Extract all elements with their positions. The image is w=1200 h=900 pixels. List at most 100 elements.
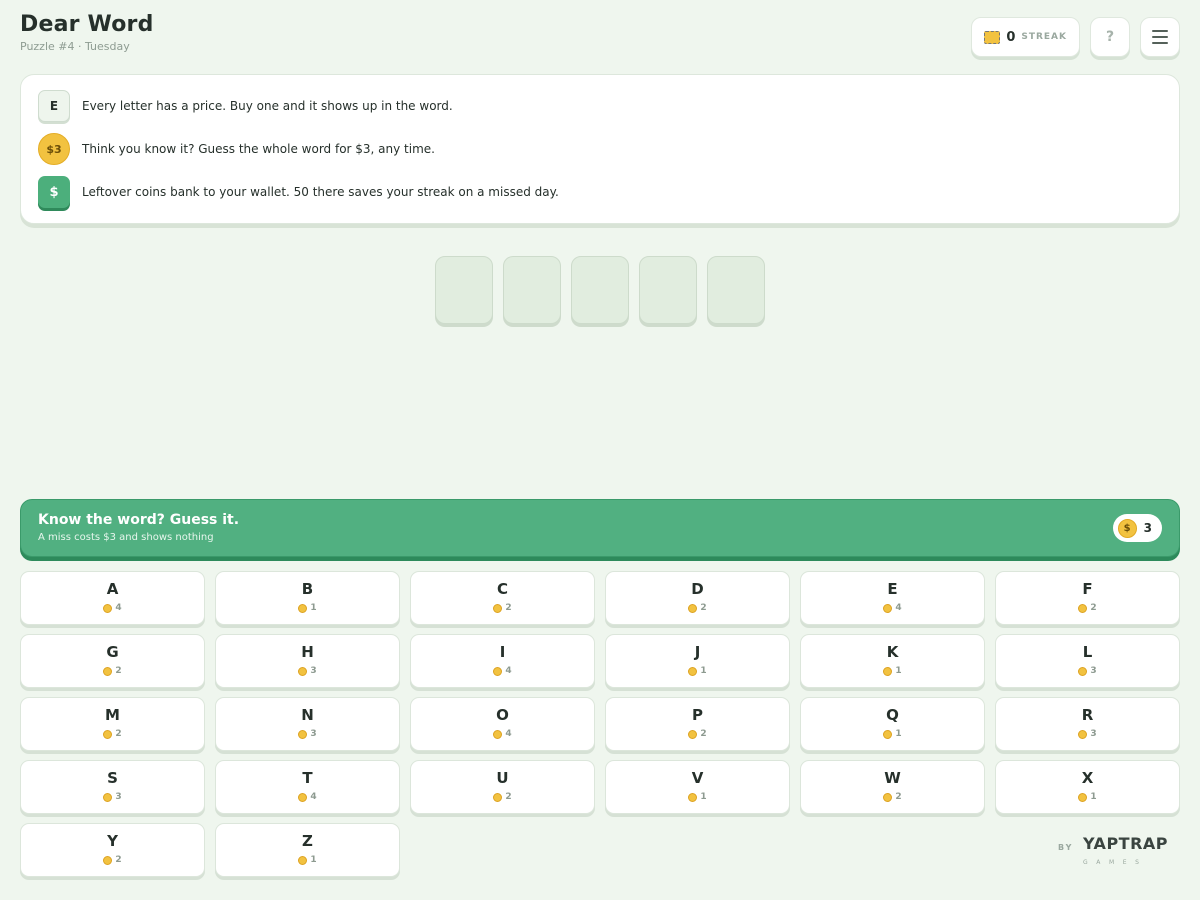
key-letter: R (1081, 706, 1094, 724)
key-price: 1 (606, 792, 789, 802)
letter-key-o[interactable]: O4 (410, 697, 595, 751)
key-price: 2 (606, 729, 789, 739)
letter-key-v[interactable]: V1 (605, 760, 790, 814)
rule-text: Think you know it? Guess the whole word … (82, 142, 435, 156)
letter-key-h[interactable]: H3 (215, 634, 400, 688)
coin-icon (493, 666, 503, 676)
rule-item: E Every letter has a price. Buy one and … (38, 90, 453, 122)
letter-key-f[interactable]: F2 (995, 571, 1180, 625)
wallet-icon: $ (38, 176, 70, 208)
letter-key-i[interactable]: I4 (410, 634, 595, 688)
header: Dear Word Puzzle #4 · Tuesday 0 STREAK ? (20, 12, 1180, 62)
brand-name: YAPTRAP (1083, 834, 1169, 853)
key-letter: X (1081, 769, 1094, 787)
key-cost: 2 (1090, 603, 1097, 613)
streak-count: 0 (1006, 29, 1016, 45)
key-letter: S (107, 769, 118, 787)
letter-slot (435, 256, 493, 324)
hamburger-menu-icon (1152, 30, 1168, 44)
coin-icon (493, 792, 503, 802)
key-cost: 4 (505, 729, 512, 739)
key-letter: K (886, 643, 899, 661)
key-cost: 1 (700, 666, 707, 676)
key-price: 3 (216, 729, 399, 739)
letter-key-y[interactable]: Y2 (20, 823, 205, 877)
key-letter: T (302, 769, 313, 787)
key-cost: 3 (310, 729, 317, 739)
letter-key-b[interactable]: B1 (215, 571, 400, 625)
key-cost: 2 (505, 603, 512, 613)
key-letter: N (301, 706, 314, 724)
menu-button[interactable] (1140, 17, 1180, 57)
letter-key-d[interactable]: D2 (605, 571, 790, 625)
letter-key-l[interactable]: L3 (995, 634, 1180, 688)
coin-icon (298, 666, 308, 676)
letter-key-q[interactable]: Q1 (800, 697, 985, 751)
coin-icon (298, 855, 308, 865)
letter-key-n[interactable]: N3 (215, 697, 400, 751)
letter-key-k[interactable]: K1 (800, 634, 985, 688)
letter-key-s[interactable]: S3 (20, 760, 205, 814)
key-cost: 2 (115, 729, 122, 739)
key-cost: 3 (1090, 729, 1097, 739)
letter-key-e[interactable]: E4 (800, 571, 985, 625)
letter-slot (639, 256, 697, 324)
coin-icon (298, 729, 308, 739)
letter-key-r[interactable]: R3 (995, 697, 1180, 751)
key-cost: 4 (895, 603, 902, 613)
streak-ticket-icon (984, 30, 1001, 44)
key-cost: 1 (310, 603, 317, 613)
key-cost: 1 (1090, 792, 1097, 802)
rule-item: $3 Think you know it? Guess the whole wo… (38, 133, 435, 165)
key-letter: P (692, 706, 703, 724)
letter-key-p[interactable]: P2 (605, 697, 790, 751)
letter-key-c[interactable]: C2 (410, 571, 595, 625)
key-letter: Z (302, 832, 313, 850)
help-button[interactable]: ? (1090, 17, 1130, 57)
letter-slot (571, 256, 629, 324)
letter-tile-icon: E (38, 90, 70, 122)
rule-text: Every letter has a price. Buy one and it… (82, 99, 453, 113)
key-price: 3 (996, 729, 1179, 739)
key-cost: 1 (895, 729, 902, 739)
coin-icon (493, 603, 503, 613)
key-cost: 4 (505, 666, 512, 676)
coin-icon (688, 792, 698, 802)
letter-key-w[interactable]: W2 (800, 760, 985, 814)
key-price: 3 (996, 666, 1179, 676)
letter-key-m[interactable]: M2 (20, 697, 205, 751)
letter-key-t[interactable]: T4 (215, 760, 400, 814)
coin-icon (1078, 603, 1088, 613)
key-price: 4 (411, 729, 594, 739)
letter-key-u[interactable]: U2 (410, 760, 595, 814)
key-cost: 1 (310, 855, 317, 865)
letter-key-g[interactable]: G2 (20, 634, 205, 688)
key-letter: U (496, 769, 509, 787)
key-cost: 4 (310, 792, 317, 802)
key-price: 2 (411, 792, 594, 802)
key-price: 2 (606, 603, 789, 613)
key-price: 4 (801, 603, 984, 613)
brand-sub: GAMES (1083, 859, 1148, 866)
key-price: 1 (996, 792, 1179, 802)
guess-word-button[interactable]: Know the word? Guess it. A miss costs $3… (20, 499, 1180, 557)
letter-key-j[interactable]: J1 (605, 634, 790, 688)
coin-icon (883, 729, 893, 739)
key-cost: 1 (700, 792, 707, 802)
key-letter: D (691, 580, 704, 598)
key-letter: L (1082, 643, 1093, 661)
letter-key-a[interactable]: A4 (20, 571, 205, 625)
coin-icon (883, 666, 893, 676)
key-letter: G (106, 643, 119, 661)
letter-key-z[interactable]: Z1 (215, 823, 400, 877)
streak-button[interactable]: 0 STREAK (971, 17, 1080, 57)
key-price: 2 (801, 792, 984, 802)
letter-key-x[interactable]: X1 (995, 760, 1180, 814)
key-price: 4 (21, 603, 204, 613)
brand-by: BY (1058, 843, 1074, 852)
key-cost: 3 (1090, 666, 1097, 676)
key-letter: F (1082, 580, 1093, 598)
streak-label: STREAK (1021, 32, 1067, 42)
key-price: 2 (21, 729, 204, 739)
key-price: 1 (801, 666, 984, 676)
